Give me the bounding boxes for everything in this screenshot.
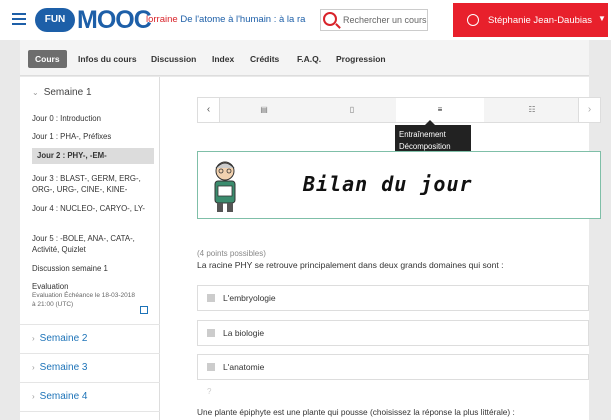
course-sidebar: ⌄ Semaine 1 Jour 0 : Introduction Jour 1 … (20, 77, 160, 420)
checkbox[interactable] (207, 329, 215, 337)
hint-icon[interactable]: ? (207, 387, 211, 396)
checkbox[interactable] (207, 363, 215, 371)
chapter-semaine-4[interactable]: › Semaine 4 (32, 391, 172, 402)
tab-faq[interactable]: F.A.Q. (297, 50, 321, 68)
previous-button[interactable]: ‹ (198, 98, 220, 122)
chapter-label: Semaine 1 (43, 87, 92, 98)
tooltip-line-1: Entraînement (399, 130, 446, 139)
chapter-label: Semaine 4 (39, 391, 88, 402)
choice-anatomie[interactable]: L'anatomie (197, 354, 589, 380)
divider (20, 353, 160, 354)
choice-biologie[interactable]: La biologie (197, 320, 589, 346)
chevron-right-icon: › (32, 392, 35, 401)
tab-index[interactable]: Index (212, 50, 234, 68)
search-placeholder: Rechercher un cours (343, 15, 427, 25)
edit-icon (140, 306, 148, 314)
search-icon[interactable] (323, 12, 337, 26)
search-input[interactable]: Rechercher un cours (320, 9, 428, 31)
course-title: lorraine De l'atome à l'humain : à la ra (146, 14, 318, 25)
user-icon (467, 14, 479, 26)
caret-down-icon: ▼ (598, 14, 606, 23)
sidebar-item-jour4[interactable]: Jour 4 : NUCLEO-, CARYO-, LY- (32, 203, 154, 214)
user-menu-button[interactable]: Stéphanie Jean-Daubias ▼ (453, 3, 608, 37)
tab-discussion[interactable]: Discussion (151, 50, 196, 68)
question-2-text: Une plante épiphyte est une plante qui p… (197, 407, 515, 417)
logo-fun-badge: FUN (35, 8, 75, 32)
top-header: FUN MOOC lorraine De l'atome à l'humain … (0, 0, 611, 40)
choice-label: La biologie (223, 328, 265, 338)
unit-content: ‹ ▤ ▯ ≡ ☷ › Entraînement Décomposition B… (160, 77, 601, 420)
sidebar-item-jour5[interactable]: Jour 5 : -BOLE, ANA-, CATA-, Activité, Q… (32, 233, 154, 255)
tab-credits[interactable]: Crédits (250, 50, 279, 68)
banner-title: Bilan du jour (303, 172, 473, 196)
course-org: lorraine (146, 14, 178, 25)
sidebar-item-jour3[interactable]: Jour 3 : BLAST-, GERM, ERG-, ORG-, URG-,… (32, 173, 154, 195)
divider (20, 324, 160, 325)
chevron-down-icon: ⌄ (32, 88, 39, 97)
chevron-right-icon: › (32, 363, 35, 372)
tab-infos[interactable]: Infos du cours (78, 50, 137, 68)
problem-unit-tab-active[interactable]: ≡ (396, 98, 484, 122)
user-name: Stéphanie Jean-Daubias (488, 15, 593, 26)
professor-illustration (214, 161, 236, 212)
chapter-label: Semaine 2 (39, 333, 88, 344)
chapter-label: Semaine 3 (39, 362, 88, 373)
video-unit-tab[interactable]: ▤ (220, 98, 308, 122)
sidebar-item-jour1[interactable]: Jour 1 : PHA-, Préfixes (32, 131, 154, 142)
sidebar-item-evaluation[interactable]: Evaluation (32, 281, 154, 292)
checkbox[interactable] (207, 294, 215, 302)
question-text: La racine PHY se retrouve principalement… (197, 260, 504, 270)
sidebar-item-jour0[interactable]: Jour 0 : Introduction (32, 113, 154, 124)
next-button[interactable]: › (578, 98, 600, 122)
bilan-banner: Bilan du jour (197, 151, 601, 219)
evaluation-due-date: Evaluation Échéance le 18-03-2018 à 21:0… (32, 292, 135, 308)
course-tabs: Cours Infos du cours Discussion Index Cr… (20, 40, 589, 76)
chapter-semaine-3[interactable]: › Semaine 3 (32, 362, 172, 373)
chapter-semaine-2[interactable]: › Semaine 2 (32, 333, 172, 344)
sidebar-item-jour2[interactable]: Jour 2 : PHY-, -EM- (32, 148, 154, 164)
document-unit-tab[interactable]: ▯ (308, 98, 396, 122)
tab-progression[interactable]: Progression (336, 50, 386, 68)
sequence-nav: ‹ ▤ ▯ ≡ ☷ › (197, 97, 601, 123)
menu-icon[interactable] (12, 13, 26, 25)
tab-cours[interactable]: Cours (28, 50, 67, 68)
points-possible: (4 points possibles) (197, 249, 266, 258)
choice-label: L'embryologie (223, 293, 276, 303)
logo-mooc-text: MOOC (77, 6, 152, 34)
sidebar-item-discussion[interactable]: Discussion semaine 1 (32, 263, 154, 274)
course-name: De l'atome à l'humain : à la ra (180, 14, 306, 25)
chapter-semaine-1[interactable]: ⌄ Semaine 1 (32, 87, 172, 98)
chevron-right-icon: › (32, 334, 35, 343)
divider (20, 411, 160, 412)
divider (20, 382, 160, 383)
choice-embryologie[interactable]: L'embryologie (197, 285, 589, 311)
course-panel: ⌄ Semaine 1 Jour 0 : Introduction Jour 1 … (20, 77, 601, 420)
problem-unit-tab[interactable]: ☷ (488, 98, 576, 122)
choice-label: L'anatomie (223, 362, 265, 372)
